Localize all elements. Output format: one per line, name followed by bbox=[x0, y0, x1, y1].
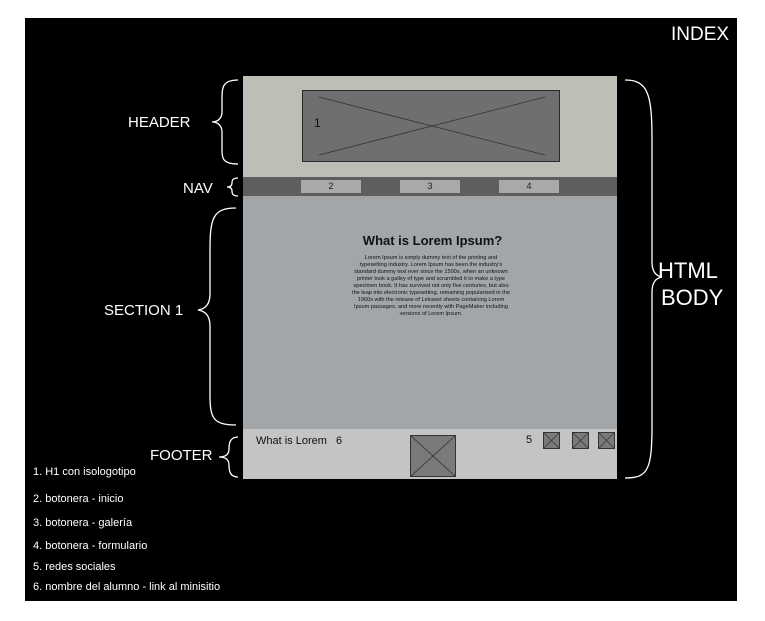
header-brace bbox=[211, 79, 239, 165]
social-number: 5 bbox=[526, 434, 533, 446]
social-icon-3[interactable] bbox=[598, 432, 615, 449]
legend-item-6: 6. nombre del alumno - link al minisitio bbox=[33, 581, 221, 593]
footer-name-link[interactable]: What is Lorem bbox=[256, 435, 327, 447]
logo-cross bbox=[318, 96, 546, 156]
legend-item-2: 2. botonera - inicio bbox=[33, 493, 124, 505]
section-heading: What is Lorem Ipsum? bbox=[362, 233, 503, 248]
social-icon-2[interactable] bbox=[572, 432, 589, 449]
footer-image-placeholder bbox=[410, 435, 456, 477]
nav-button-inicio[interactable]: 2 bbox=[301, 180, 361, 193]
nav-button-galeria[interactable]: 3 bbox=[400, 180, 460, 193]
footer-brace bbox=[218, 436, 239, 478]
legend-item-5: 5. redes sociales bbox=[33, 561, 116, 573]
footer-name-number: 6 bbox=[336, 435, 343, 447]
section-paragraph: Lorem Ipsum is simply dummy text of the … bbox=[352, 255, 510, 317]
social-icon-1[interactable] bbox=[543, 432, 560, 449]
legend-item-4: 4. botonera - formulario bbox=[33, 540, 148, 552]
logo-placeholder: 1 bbox=[302, 90, 560, 162]
legend-item-1: 1. H1 con isologotipo bbox=[33, 466, 136, 478]
body-brace bbox=[624, 79, 663, 479]
section-brace bbox=[197, 207, 237, 426]
logo-number: 1 bbox=[314, 116, 321, 130]
nav-brace bbox=[226, 177, 239, 197]
nav-button-formulario[interactable]: 4 bbox=[499, 180, 559, 193]
legend-item-3: 3. botonera - galería bbox=[33, 517, 133, 529]
